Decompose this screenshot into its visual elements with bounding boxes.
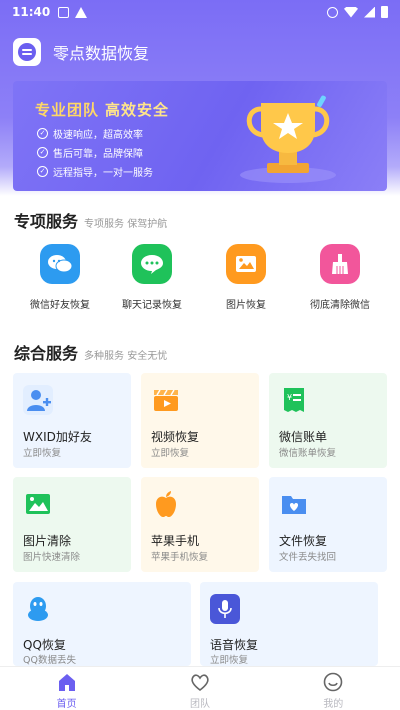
heart-icon (191, 674, 209, 692)
section-title: 综合服务 (14, 344, 79, 363)
microphone-icon (210, 594, 240, 624)
service-label: 聊天记录恢复 (122, 300, 182, 311)
broom-icon (320, 244, 360, 284)
notification-icon (58, 6, 70, 18)
app-title: 零点数据恢复 (53, 44, 150, 63)
check-icon: ✓ (37, 127, 48, 139)
card-video-recovery[interactable]: 视频恢复 立即恢复 (141, 373, 259, 468)
wifi-icon (344, 6, 358, 18)
signal-icon (364, 6, 375, 18)
card-title: QQ恢复 (23, 638, 66, 652)
image-icon (226, 244, 266, 284)
card-subtitle: 立即恢复 (151, 448, 190, 459)
tab-label: 首页 (56, 699, 77, 710)
add-user-icon (23, 385, 53, 415)
dnd-icon (327, 6, 338, 18)
card-title: 视频恢复 (151, 430, 200, 444)
card-title: 语音恢复 (210, 638, 259, 652)
service-wechat-friend-recovery[interactable]: 微信好友恢复 (15, 244, 105, 311)
tab-home[interactable]: 首页 (0, 667, 133, 710)
special-services-heading: 专项服务 专项服务 保驾护航 (14, 208, 167, 232)
wechat-icon (40, 244, 80, 284)
app-logo-icon (13, 38, 41, 66)
service-label: 彻底清除微信 (310, 300, 370, 311)
card-qq-recovery[interactable]: QQ恢复 QQ数据丢失 (13, 582, 191, 666)
card-title: 图片清除 (23, 534, 72, 548)
card-wechat-bill[interactable]: ¥ 微信账单 微信账单恢复 (269, 373, 387, 468)
service-image-recovery[interactable]: 图片恢复 (201, 244, 291, 311)
section-title: 专项服务 (14, 212, 79, 231)
check-icon: ✓ (37, 165, 48, 177)
card-subtitle: QQ数据丢失 (23, 655, 76, 666)
svg-text:¥: ¥ (287, 393, 292, 402)
general-services-heading: 综合服务 多种服务 安全无忧 (14, 340, 167, 364)
card-subtitle: 文件丢失找回 (279, 552, 337, 563)
profile-icon (324, 672, 343, 692)
tab-mine[interactable]: 我的 (267, 667, 400, 710)
tab-label: 我的 (323, 699, 344, 710)
card-wxid-add-friend[interactable]: WXID加好友 立即恢复 (13, 373, 131, 468)
section-subtitle: 多种服务 安全无忧 (84, 351, 168, 362)
card-subtitle: 微信账单恢复 (279, 448, 337, 459)
trophy-icon (240, 95, 336, 183)
card-file-recovery[interactable]: 文件恢复 文件丢失找回 (269, 477, 387, 572)
chat-bubble-icon (132, 244, 172, 284)
card-voice-recovery[interactable]: 语音恢复 立即恢复 (200, 582, 378, 666)
bill-icon: ¥ (279, 385, 309, 415)
card-title: 微信账单 (279, 430, 328, 444)
card-title: 苹果手机 (151, 534, 200, 548)
card-subtitle: 苹果手机恢复 (151, 552, 209, 563)
tab-team[interactable]: 团队 (133, 667, 266, 710)
status-time: 11:40 (12, 5, 51, 19)
banner-headline: 专业团队 高效安全 (35, 99, 169, 120)
service-wipe-wechat[interactable]: 彻底清除微信 (295, 244, 385, 311)
banner-line: ✓ 远程指导，一对一服务 (37, 163, 217, 179)
warning-icon (75, 6, 88, 18)
battery-icon (381, 6, 388, 18)
qq-penguin-icon (23, 594, 53, 624)
apple-icon (151, 489, 181, 519)
card-subtitle: 立即恢复 (210, 655, 249, 666)
check-icon: ✓ (37, 146, 48, 158)
banner-headline-b: 高效安全 (105, 101, 170, 119)
banner-line: ✓ 极速响应，超高效率 (37, 125, 217, 141)
service-label: 图片恢复 (226, 300, 266, 311)
card-subtitle: 图片快速清除 (23, 552, 81, 563)
folder-heart-icon (279, 489, 309, 519)
promo-banner[interactable]: 专业团队 高效安全 ✓ 极速响应，超高效率 ✓ 售后可靠，品牌保障 ✓ 远程指导，一对一… (13, 81, 387, 191)
card-title: WXID加好友 (23, 430, 92, 444)
service-label: 微信好友恢复 (30, 300, 90, 311)
section-subtitle: 专项服务 保驾护航 (84, 219, 168, 230)
tab-label: 团队 (189, 699, 210, 710)
bottom-tab-bar: 首页 团队 我的 (0, 666, 400, 710)
card-image-clear[interactable]: 图片清除 图片快速清除 (13, 477, 131, 572)
status-bar: 11:40 (0, 0, 400, 24)
video-clapper-icon (151, 385, 181, 415)
banner-headline-a: 专业团队 (35, 101, 100, 119)
banner-line: ✓ 售后可靠，品牌保障 (37, 144, 217, 160)
home-icon (58, 674, 75, 691)
card-iphone[interactable]: 苹果手机 苹果手机恢复 (141, 477, 259, 572)
service-chat-history-recovery[interactable]: 聊天记录恢复 (107, 244, 197, 311)
card-title: 文件恢复 (279, 534, 328, 548)
picture-icon (23, 489, 53, 519)
app-bar: 零点数据恢复 (13, 38, 149, 66)
card-subtitle: 立即恢复 (23, 448, 62, 459)
